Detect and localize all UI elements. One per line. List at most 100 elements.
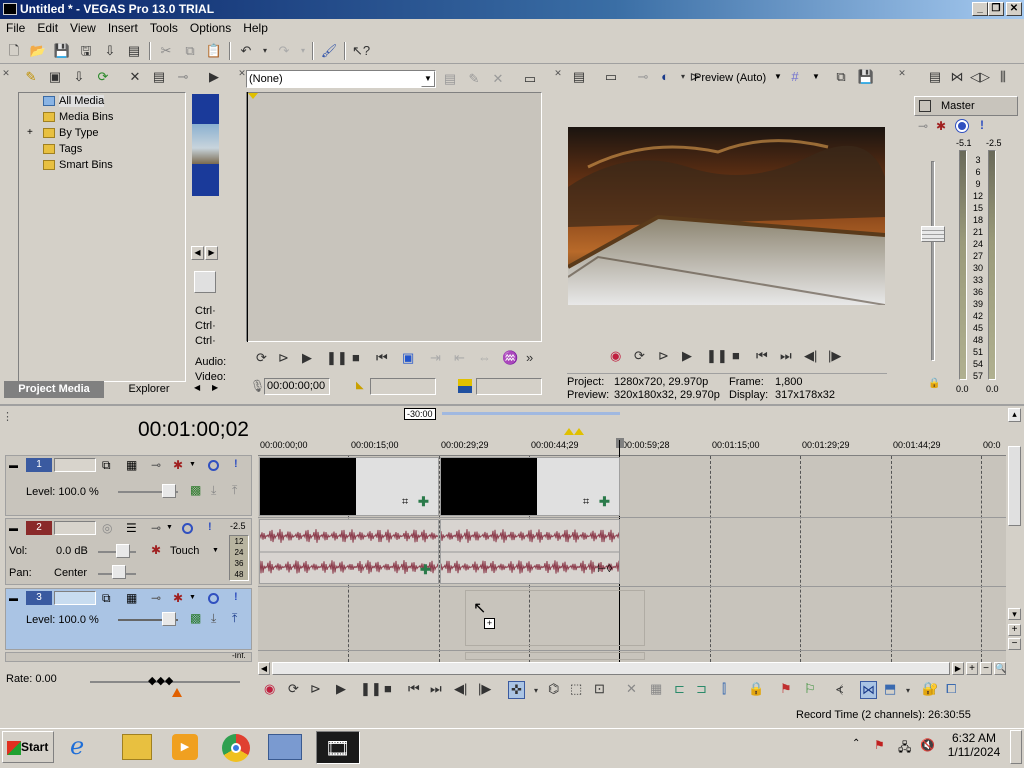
tree-by-type[interactable]: By Type bbox=[43, 125, 99, 141]
redo-icon[interactable]: ↷ bbox=[275, 42, 293, 60]
go-to-start-icon[interactable]: ⏮ bbox=[408, 681, 420, 697]
split-icon[interactable]: ⫿ bbox=[722, 681, 726, 697]
overlays-dropdown-icon[interactable]: ▼ bbox=[812, 72, 820, 81]
loop-icon[interactable]: ⟳ bbox=[256, 350, 267, 366]
tab-explorer[interactable]: Explorer bbox=[106, 381, 192, 398]
compositing-icon[interactable]: ⧉ bbox=[102, 458, 111, 473]
track-motion-icon[interactable]: ⊸ bbox=[151, 591, 161, 605]
automation-mode-dropdown-icon[interactable]: ▼ bbox=[212, 547, 219, 554]
add-before-icon[interactable]: ⇤ bbox=[454, 350, 465, 366]
show-desktop-button[interactable] bbox=[1010, 730, 1022, 764]
go-to-end-icon[interactable]: ⏭ bbox=[430, 681, 442, 697]
zoom-in-icon[interactable]: + bbox=[1008, 624, 1021, 636]
volume-icon[interactable]: 🔇 bbox=[920, 738, 935, 752]
tab-scroll-right-icon[interactable]: ▶ bbox=[212, 383, 218, 392]
video-clip[interactable]: ⌗ ✚ bbox=[259, 457, 439, 516]
ripple-dropdown-icon[interactable]: ▾ bbox=[906, 686, 910, 695]
go-to-start-icon[interactable]: ⏮ bbox=[756, 348, 768, 364]
undo-dropdown-icon[interactable]: ▾ bbox=[256, 42, 274, 60]
track-fx-dropdown-icon[interactable]: ▼ bbox=[189, 594, 196, 601]
stop-icon[interactable]: ■ bbox=[732, 348, 740, 363]
track-mute-icon[interactable] bbox=[182, 523, 193, 534]
track-solo-icon[interactable]: ! bbox=[208, 521, 212, 533]
event-pan-crop-icon[interactable]: ⌗ bbox=[583, 496, 589, 509]
normal-edit-tool-icon[interactable]: ✜ bbox=[508, 681, 525, 699]
scroll-thumb[interactable] bbox=[1008, 446, 1021, 526]
automation-mode[interactable]: Touch bbox=[170, 545, 199, 557]
preview-mode-dropdown-icon[interactable]: ▼ bbox=[774, 72, 782, 81]
play-icon[interactable]: ▶ bbox=[336, 681, 346, 697]
envelope-edit-tool-icon[interactable]: ⌬ bbox=[548, 681, 559, 697]
mark-in-icon[interactable]: ◣ bbox=[356, 380, 364, 391]
track-fx-icon[interactable]: ✱ bbox=[173, 591, 183, 605]
play-from-start-icon[interactable]: ⊳ bbox=[658, 348, 669, 364]
pause-icon[interactable]: ❚❚ bbox=[706, 348, 728, 364]
preview-fx-icon[interactable]: ⊸ bbox=[634, 68, 652, 86]
track-solo-icon[interactable]: ! bbox=[234, 458, 238, 470]
region-start-icon[interactable] bbox=[564, 428, 574, 435]
track-header-4[interactable]: -Inf. bbox=[5, 652, 252, 662]
open-icon[interactable]: 📂 bbox=[29, 42, 47, 60]
track-name-field[interactable] bbox=[54, 458, 96, 472]
tab-scroll-left-icon[interactable]: ◀ bbox=[194, 383, 200, 392]
media-preview-icon[interactable] bbox=[194, 271, 216, 293]
trim-start-icon[interactable]: ⊏ bbox=[674, 681, 685, 697]
vertical-scrollbar[interactable]: ▴ ▾ + − bbox=[1006, 406, 1024, 662]
play-from-start-icon[interactable]: ⊳ bbox=[310, 681, 321, 697]
rate-slider-handle[interactable]: ◆◆◆ bbox=[148, 674, 173, 687]
menu-insert[interactable]: Insert bbox=[102, 19, 144, 38]
preview-mode-select[interactable]: Preview (Auto) bbox=[694, 72, 766, 84]
track-expand-icon[interactable]: ⤒ bbox=[232, 611, 237, 626]
ripple-edit-icon[interactable]: ⬒ bbox=[884, 681, 896, 697]
record-icon[interactable]: ◉ bbox=[264, 681, 275, 697]
play-from-start-icon[interactable]: ⊳ bbox=[278, 350, 289, 366]
external-monitor-icon[interactable]: ▭ bbox=[602, 68, 620, 86]
trimmer-remove-icon[interactable]: ✕ bbox=[489, 70, 507, 88]
h-scroll-thumb[interactable] bbox=[272, 662, 950, 675]
split-screen-icon[interactable]: ◐ bbox=[656, 68, 674, 86]
next-frame-icon[interactable]: |▶ bbox=[828, 348, 841, 364]
dim-output-icon[interactable]: ◁▷ bbox=[970, 68, 990, 86]
properties-icon[interactable]: ▤ bbox=[125, 42, 143, 60]
event-fx-icon[interactable]: ✚ bbox=[418, 494, 429, 510]
refresh-icon[interactable]: ⟳ bbox=[94, 68, 112, 86]
master-lock-icon[interactable]: 🔒 bbox=[928, 378, 940, 389]
audio-waveform-icon[interactable]: ♒ bbox=[502, 350, 518, 366]
track-mute-icon[interactable] bbox=[208, 460, 219, 471]
insert-region-icon[interactable]: ⚐ bbox=[804, 681, 816, 697]
track-fx-dropdown-icon[interactable]: ▼ bbox=[189, 461, 196, 468]
track-expand-icon[interactable]: ⤒ bbox=[232, 483, 237, 498]
stop-icon[interactable]: ■ bbox=[352, 350, 360, 365]
edit-tool-dropdown-icon[interactable]: ▾ bbox=[534, 686, 538, 695]
network-icon[interactable]: 🖧 bbox=[898, 738, 911, 759]
downmix-icon[interactable]: ⋈ bbox=[948, 68, 966, 86]
h-zoom-out-icon[interactable]: − bbox=[980, 662, 992, 675]
media-properties-icon[interactable]: ▤ bbox=[150, 68, 168, 86]
arm-for-record-icon[interactable]: ◎ bbox=[102, 521, 112, 535]
tree-tags[interactable]: Tags bbox=[43, 141, 86, 157]
zoom-out-icon[interactable]: − bbox=[1008, 638, 1021, 650]
mixer-faders-icon[interactable]: ⫼ bbox=[994, 68, 1012, 86]
mixer-properties-icon[interactable]: ▤ bbox=[926, 68, 944, 86]
preview-close-icon[interactable]: ✕ bbox=[554, 69, 562, 78]
track-automation-icon[interactable]: ⤓ bbox=[211, 483, 216, 498]
tree-smart-bins[interactable]: Smart Bins bbox=[43, 157, 113, 173]
menu-options[interactable]: Options bbox=[184, 19, 237, 38]
overlays-icon[interactable]: # bbox=[786, 68, 804, 86]
master-solo-icon[interactable]: ! bbox=[980, 118, 984, 132]
more-transport-icon[interactable]: » bbox=[526, 350, 533, 365]
render-icon[interactable]: 🖌 bbox=[320, 42, 338, 60]
menu-help[interactable]: Help bbox=[237, 19, 274, 38]
make-compositing-child-icon[interactable]: ▦ bbox=[126, 458, 137, 472]
menu-tools[interactable]: Tools bbox=[144, 19, 184, 38]
master-mute-icon[interactable] bbox=[956, 120, 968, 132]
scroll-right-icon[interactable]: ▶ bbox=[952, 662, 964, 675]
video-clip[interactable]: ⌗ ✚ bbox=[440, 457, 620, 516]
capture-video-icon[interactable]: ▣ bbox=[46, 68, 64, 86]
track-name-field[interactable] bbox=[54, 521, 96, 535]
track-name-field[interactable] bbox=[54, 591, 96, 605]
whats-this-help-icon[interactable]: ↖? bbox=[352, 42, 370, 60]
new-icon[interactable]: 🗋 bbox=[5, 42, 23, 60]
import-media-icon[interactable]: ✎ bbox=[22, 68, 40, 86]
track-solo-icon[interactable]: ! bbox=[234, 591, 238, 603]
